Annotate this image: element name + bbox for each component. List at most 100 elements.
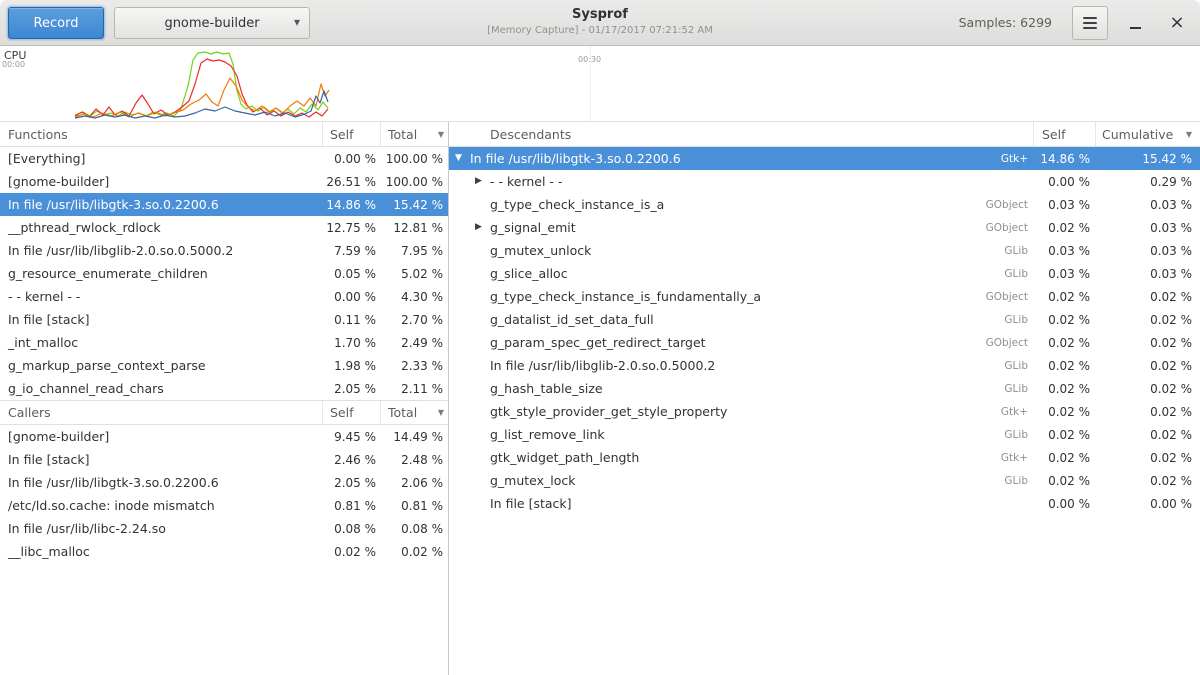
descendants-table-header: Descendants Self Cumulative ▼: [449, 122, 1200, 147]
hamburger-menu-button[interactable]: [1072, 6, 1108, 40]
column-header-callers[interactable]: Callers: [0, 401, 323, 424]
self-percent: 0.11 %: [323, 313, 381, 327]
total-percent: 4.30 %: [381, 290, 448, 304]
descendant-name: g_slice_alloc: [490, 266, 1004, 281]
table-row[interactable]: In file /usr/lib/libglib-2.0.so.0.5000.2…: [449, 354, 1200, 377]
self-percent: 0.02 %: [323, 545, 381, 559]
table-row[interactable]: gtk_widget_path_length Gtk+ 0.02 % 0.02 …: [449, 446, 1200, 469]
column-header-self[interactable]: Self: [323, 401, 381, 424]
column-header-descendants[interactable]: Descendants: [449, 122, 1034, 146]
table-row[interactable]: g_resource_enumerate_children 0.05 % 5.0…: [0, 262, 448, 285]
column-header-self[interactable]: Self: [1034, 122, 1096, 146]
table-row[interactable]: In file [stack] 0.00 % 0.00 %: [449, 492, 1200, 515]
library-tag: GLib: [1004, 383, 1028, 395]
table-row[interactable]: g_mutex_unlock GLib 0.03 % 0.03 %: [449, 239, 1200, 262]
expander-icon[interactable]: ▼: [455, 154, 470, 163]
headerbar: Record gnome-builder ▾ Sysprof [Memory C…: [0, 0, 1200, 46]
table-row[interactable]: __pthread_rwlock_rdlock 12.75 % 12.81 %: [0, 216, 448, 239]
column-header-cumulative[interactable]: Cumulative ▼: [1096, 122, 1200, 146]
table-row[interactable]: In file /usr/lib/libglib-2.0.so.0.5000.2…: [0, 239, 448, 262]
expander-icon[interactable]: ▶: [475, 177, 490, 186]
function-name: g_io_channel_read_chars: [0, 381, 323, 396]
table-row[interactable]: In file /usr/lib/libgtk-3.so.0.2200.6 2.…: [0, 471, 448, 494]
cumulative-percent: 0.03 %: [1096, 244, 1200, 258]
table-row[interactable]: ▶ - - kernel - - 0.00 % 0.29 %: [449, 170, 1200, 193]
caller-name: In file /usr/lib/libc-2.24.so: [0, 521, 323, 536]
descendant-name: gtk_widget_path_length: [490, 450, 1001, 465]
descendant-name: gtk_style_provider_get_style_property: [490, 404, 1001, 419]
total-percent: 2.49 %: [381, 336, 448, 350]
expander-icon[interactable]: ▶: [475, 223, 490, 232]
column-header-total[interactable]: Total ▼: [381, 401, 448, 424]
column-header-self[interactable]: Self: [323, 122, 381, 146]
library-tag: GLib: [1004, 245, 1028, 257]
table-row[interactable]: ▶ g_signal_emit GObject 0.02 % 0.03 %: [449, 216, 1200, 239]
cumulative-percent: 0.02 %: [1096, 336, 1200, 350]
table-row[interactable]: - - kernel - - 0.00 % 4.30 %: [0, 285, 448, 308]
table-row[interactable]: g_param_spec_get_redirect_target GObject…: [449, 331, 1200, 354]
table-row[interactable]: g_slice_alloc GLib 0.03 % 0.03 %: [449, 262, 1200, 285]
total-percent: 2.33 %: [381, 359, 448, 373]
table-row[interactable]: g_type_check_instance_is_fundamentally_a…: [449, 285, 1200, 308]
self-percent: 0.02 %: [1034, 451, 1096, 465]
descendants-table-body: ▼ In file /usr/lib/libgtk-3.so.0.2200.6 …: [449, 147, 1200, 515]
table-row[interactable]: /etc/ld.so.cache: inode mismatch 0.81 % …: [0, 494, 448, 517]
descendant-name: g_list_remove_link: [490, 427, 1004, 442]
self-percent: 2.05 %: [323, 382, 381, 396]
self-percent: 0.02 %: [1034, 382, 1096, 396]
self-percent: 1.98 %: [323, 359, 381, 373]
time-tick-start: 00:00: [2, 60, 25, 69]
library-tag: GLib: [1004, 360, 1028, 372]
caller-name: In file /usr/lib/libgtk-3.so.0.2200.6: [0, 475, 323, 490]
sort-arrow-icon: ▼: [1186, 130, 1192, 139]
function-name: [gnome-builder]: [0, 174, 323, 189]
function-name: g_resource_enumerate_children: [0, 266, 323, 281]
table-row[interactable]: g_mutex_lock GLib 0.02 % 0.02 %: [449, 469, 1200, 492]
table-row[interactable]: In file [stack] 2.46 % 2.48 %: [0, 448, 448, 471]
minimize-button[interactable]: [1120, 8, 1150, 38]
table-row[interactable]: [gnome-builder] 26.51 % 100.00 %: [0, 170, 448, 193]
table-row[interactable]: g_list_remove_link GLib 0.02 % 0.02 %: [449, 423, 1200, 446]
descendants-pane: Descendants Self Cumulative ▼ ▼ In file …: [449, 122, 1200, 675]
total-percent: 7.95 %: [381, 244, 448, 258]
table-row[interactable]: __libc_malloc 0.02 % 0.02 %: [0, 540, 448, 563]
cpu-graph[interactable]: CPU 00:00 00:30: [0, 46, 1200, 122]
total-percent: 12.81 %: [381, 221, 448, 235]
total-percent: 2.11 %: [381, 382, 448, 396]
close-button[interactable]: ×: [1162, 8, 1192, 38]
cumulative-percent: 0.02 %: [1096, 382, 1200, 396]
table-row[interactable]: In file /usr/lib/libgtk-3.so.0.2200.6 14…: [0, 193, 448, 216]
function-name: __pthread_rwlock_rdlock: [0, 220, 323, 235]
descendant-name: In file /usr/lib/libglib-2.0.so.0.5000.2: [490, 358, 1004, 373]
library-tag: GLib: [1004, 314, 1028, 326]
caller-name: In file [stack]: [0, 452, 323, 467]
record-button[interactable]: Record: [8, 7, 104, 39]
table-row[interactable]: g_datalist_id_set_data_full GLib 0.02 % …: [449, 308, 1200, 331]
library-tag: GObject: [986, 222, 1028, 234]
total-percent: 0.02 %: [381, 545, 448, 559]
column-header-functions[interactable]: Functions: [0, 122, 323, 146]
table-row[interactable]: g_hash_table_size GLib 0.02 % 0.02 %: [449, 377, 1200, 400]
total-percent: 2.48 %: [381, 453, 448, 467]
column-header-total[interactable]: Total ▼: [381, 122, 448, 146]
self-percent: 0.00 %: [1034, 175, 1096, 189]
self-percent: 0.00 %: [323, 290, 381, 304]
table-row[interactable]: [Everything] 0.00 % 100.00 %: [0, 147, 448, 170]
table-row[interactable]: g_type_check_instance_is_a GObject 0.03 …: [449, 193, 1200, 216]
self-percent: 0.05 %: [323, 267, 381, 281]
callers-table-body: [gnome-builder] 9.45 % 14.49 % In file […: [0, 425, 448, 563]
table-row[interactable]: In file /usr/lib/libc-2.24.so 0.08 % 0.0…: [0, 517, 448, 540]
cumulative-percent: 0.03 %: [1096, 267, 1200, 281]
process-dropdown[interactable]: gnome-builder ▾: [114, 7, 310, 39]
self-percent: 0.03 %: [1034, 198, 1096, 212]
minimize-icon: [1130, 27, 1141, 29]
table-row[interactable]: _int_malloc 1.70 % 2.49 %: [0, 331, 448, 354]
table-row[interactable]: In file [stack] 0.11 % 2.70 %: [0, 308, 448, 331]
table-row[interactable]: ▼ In file /usr/lib/libgtk-3.so.0.2200.6 …: [449, 147, 1200, 170]
table-row[interactable]: g_io_channel_read_chars 2.05 % 2.11 %: [0, 377, 448, 400]
library-tag: GLib: [1004, 268, 1028, 280]
table-row[interactable]: g_markup_parse_context_parse 1.98 % 2.33…: [0, 354, 448, 377]
table-row[interactable]: [gnome-builder] 9.45 % 14.49 %: [0, 425, 448, 448]
total-percent: 15.42 %: [381, 198, 448, 212]
table-row[interactable]: gtk_style_provider_get_style_property Gt…: [449, 400, 1200, 423]
